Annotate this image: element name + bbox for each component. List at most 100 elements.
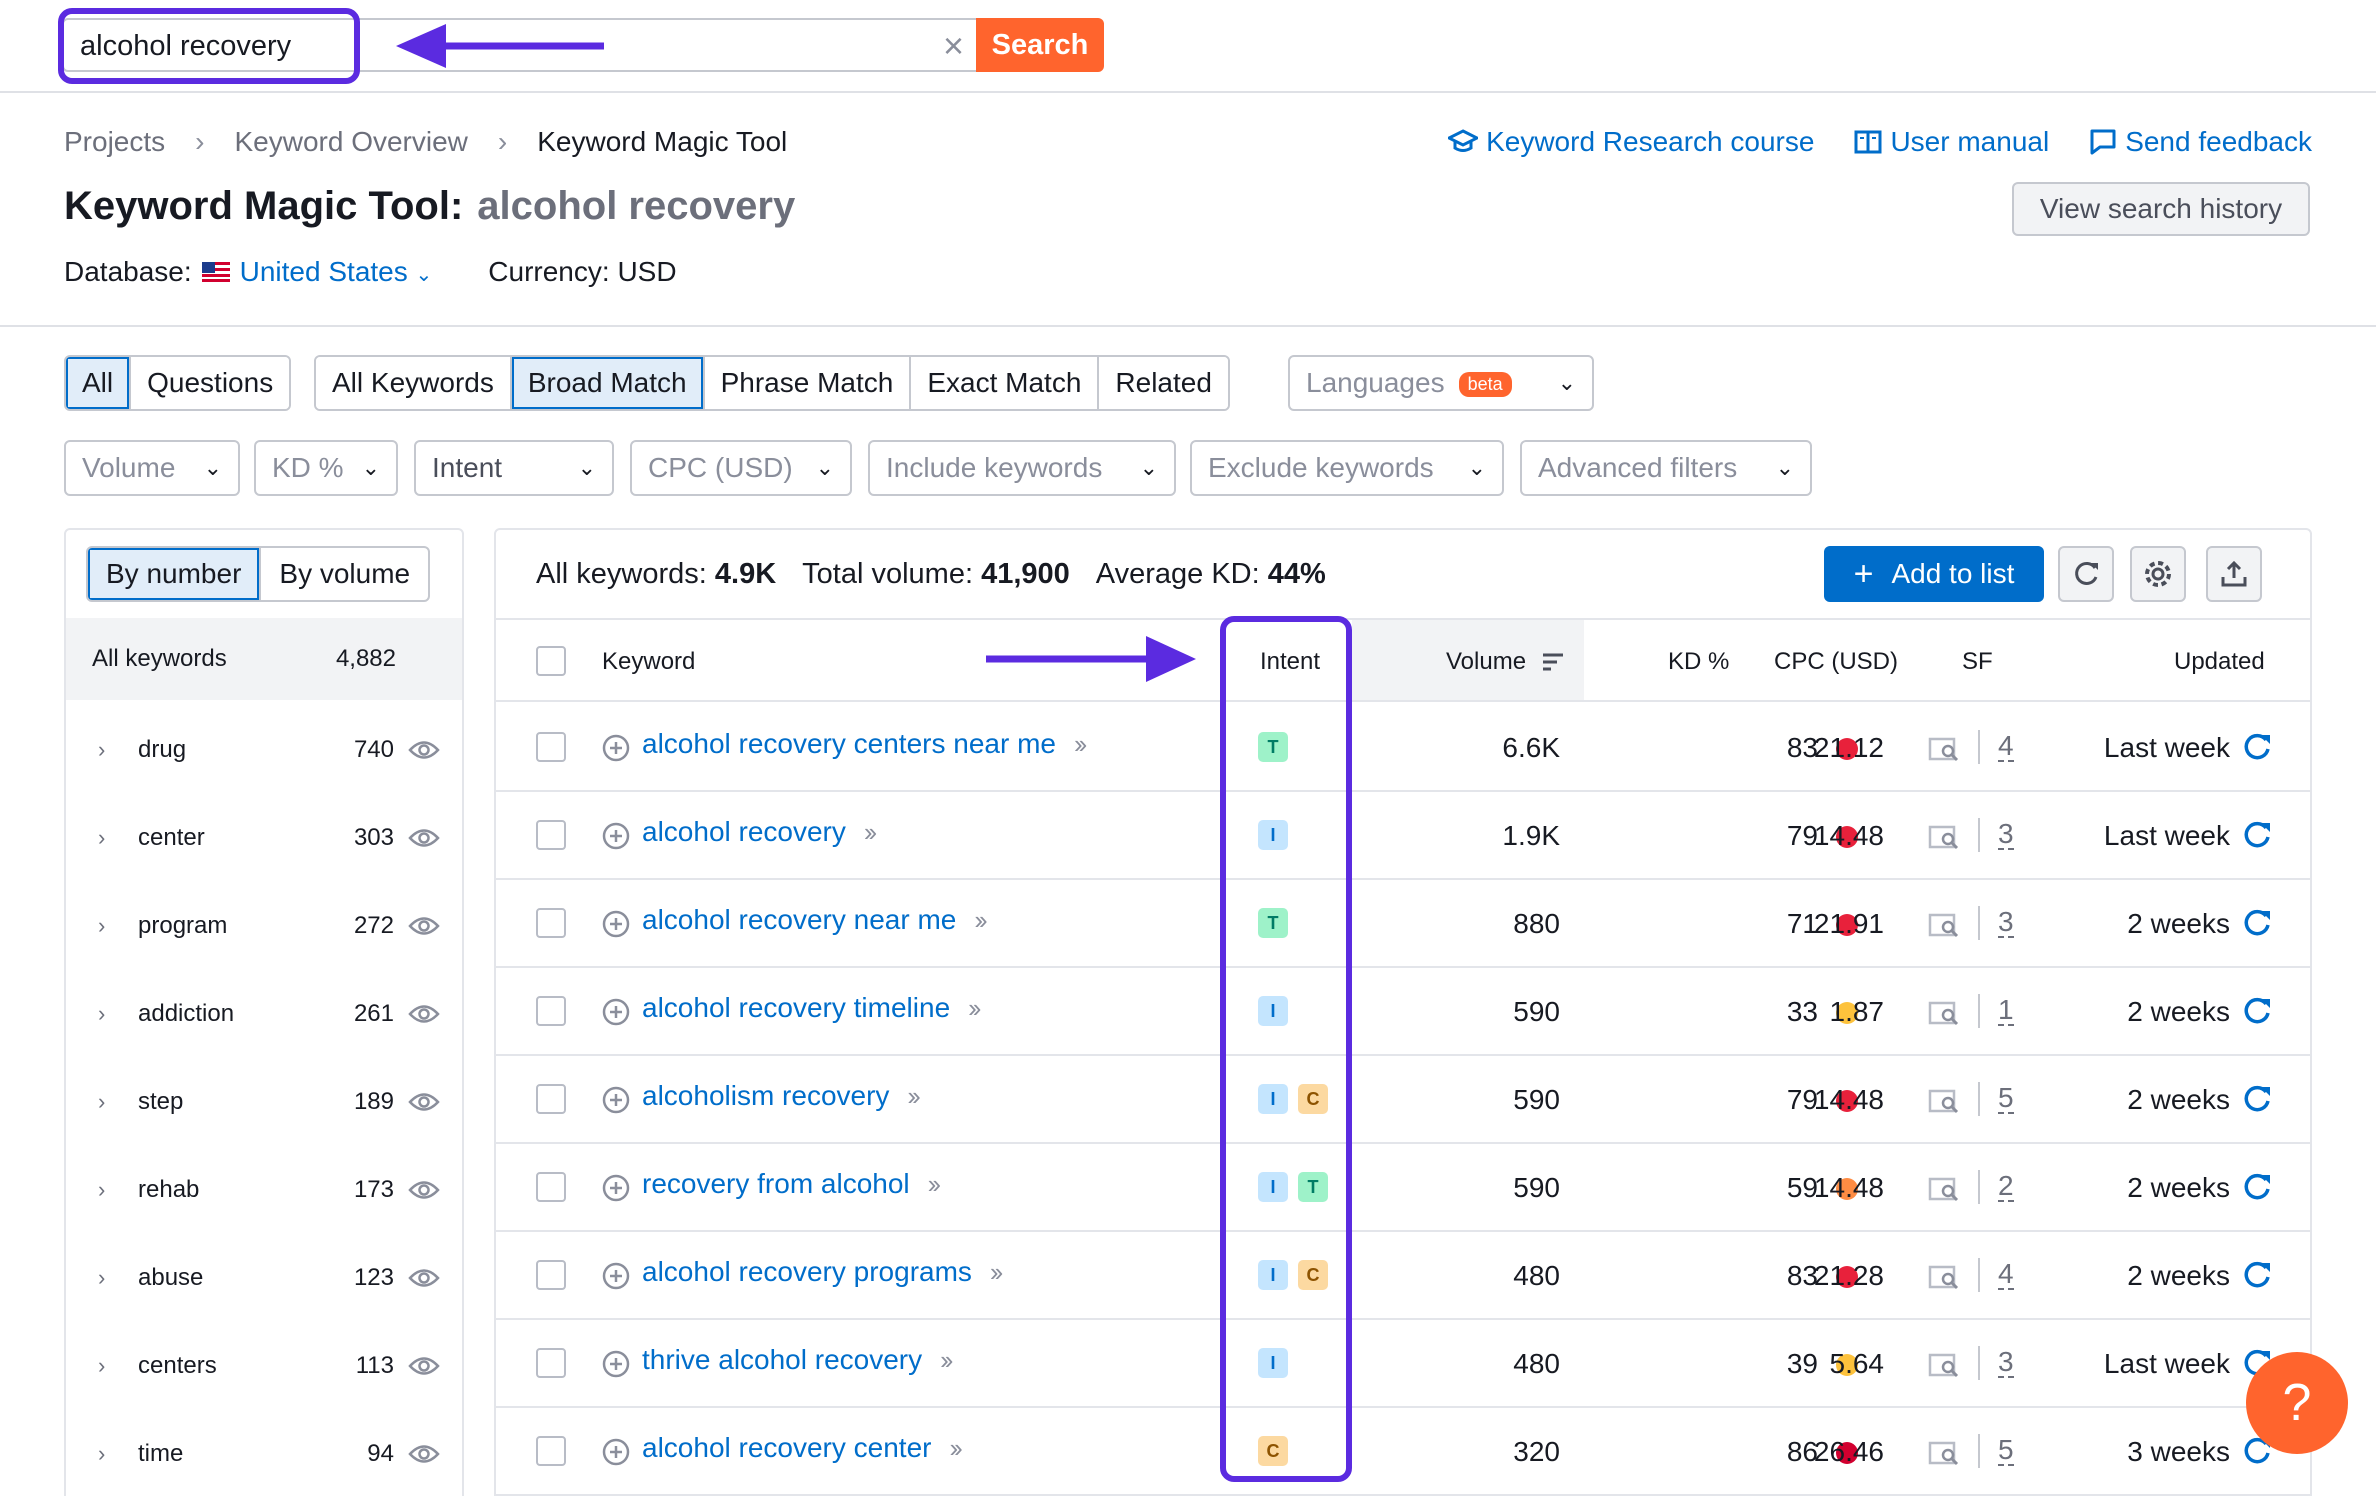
export-button[interactable]	[2206, 546, 2262, 602]
row-checkbox[interactable]	[536, 1436, 566, 1466]
serp-preview-icon[interactable]	[1928, 1264, 1960, 1290]
eye-icon[interactable]	[408, 739, 440, 761]
view-search-history-button[interactable]: View search history	[2012, 182, 2310, 236]
serp-preview-icon[interactable]	[1928, 1088, 1960, 1114]
refresh-button[interactable]	[2058, 546, 2114, 602]
double-chevron-right-icon[interactable]: ››	[1074, 729, 1087, 759]
double-chevron-right-icon[interactable]: ››	[974, 905, 987, 935]
tab-related[interactable]: Related	[1099, 357, 1228, 409]
user-manual-link[interactable]: User manual	[1854, 126, 2049, 158]
select-all-checkbox[interactable]	[536, 646, 566, 676]
chevron-right-icon[interactable]: ›	[98, 1177, 126, 1203]
include-keywords-filter[interactable]: Include keywords ⌄	[868, 440, 1176, 496]
double-chevron-right-icon[interactable]: ››	[990, 1257, 1003, 1287]
double-chevron-right-icon[interactable]: ››	[940, 1345, 953, 1375]
advanced-filters[interactable]: Advanced filters ⌄	[1520, 440, 1812, 496]
refresh-icon[interactable]	[2242, 820, 2272, 850]
sf-count[interactable]: 5	[1998, 1436, 2014, 1466]
row-checkbox[interactable]	[536, 1260, 566, 1290]
serp-preview-icon[interactable]	[1928, 1440, 1960, 1466]
keyword-group-item[interactable]: › rehab 173	[66, 1146, 462, 1234]
double-chevron-right-icon[interactable]: ››	[949, 1433, 962, 1463]
add-circle-icon[interactable]	[602, 1086, 630, 1114]
keyword-link[interactable]: alcohol recovery near me ››	[642, 904, 988, 936]
sf-count[interactable]: 4	[1998, 1260, 2014, 1290]
all-keywords-group[interactable]: All keywords 4,882	[66, 618, 462, 700]
column-sf[interactable]: SF	[1962, 648, 1993, 676]
row-checkbox[interactable]	[536, 820, 566, 850]
column-kd[interactable]: KD %	[1668, 648, 1729, 676]
sf-count[interactable]: 5	[1998, 1084, 2014, 1114]
eye-icon[interactable]	[408, 1355, 440, 1377]
keyword-link[interactable]: alcohol recovery centers near me ››	[642, 728, 1087, 760]
keyword-group-item[interactable]: › program 272	[66, 882, 462, 970]
keyword-link[interactable]: recovery from alcohol ››	[642, 1168, 941, 1200]
exclude-keywords-filter[interactable]: Exclude keywords ⌄	[1190, 440, 1504, 496]
tab-exact-match[interactable]: Exact Match	[911, 357, 1100, 409]
serp-preview-icon[interactable]	[1928, 736, 1960, 762]
keyword-group-item[interactable]: › time 94	[66, 1410, 462, 1496]
chevron-right-icon[interactable]: ›	[98, 1265, 126, 1291]
settings-button[interactable]	[2130, 546, 2186, 602]
intent-filter[interactable]: Intent ⌄	[414, 440, 614, 496]
chevron-right-icon[interactable]: ›	[98, 1089, 126, 1115]
row-checkbox[interactable]	[536, 1172, 566, 1202]
keyword-group-item[interactable]: › drug 740	[66, 706, 462, 794]
volume-filter[interactable]: Volume ⌄	[64, 440, 240, 496]
eye-icon[interactable]	[408, 827, 440, 849]
serp-preview-icon[interactable]	[1928, 1352, 1960, 1378]
add-to-list-button[interactable]: + Add to list	[1824, 546, 2044, 602]
keyword-link[interactable]: alcohol recovery ››	[642, 816, 877, 848]
eye-icon[interactable]	[408, 1179, 440, 1201]
by-volume-button[interactable]: By volume	[261, 548, 428, 600]
eye-icon[interactable]	[408, 1443, 440, 1465]
cpc-filter[interactable]: CPC (USD) ⌄	[630, 440, 852, 496]
help-button[interactable]: ?	[2246, 1352, 2348, 1454]
keyword-group-item[interactable]: › centers 113	[66, 1322, 462, 1410]
sf-count[interactable]: 3	[1998, 820, 2014, 850]
sf-count[interactable]: 1	[1998, 996, 2014, 1026]
tab-all[interactable]: All	[66, 357, 132, 409]
add-circle-icon[interactable]	[602, 1438, 630, 1466]
add-circle-icon[interactable]	[602, 1350, 630, 1378]
keyword-link[interactable]: alcoholism recovery ››	[642, 1080, 921, 1112]
serp-preview-icon[interactable]	[1928, 1000, 1960, 1026]
keyword-research-course-link[interactable]: Keyword Research course	[1448, 126, 1814, 158]
sf-count[interactable]: 2	[1998, 1172, 2014, 1202]
chevron-right-icon[interactable]: ›	[98, 913, 126, 939]
tab-phrase-match[interactable]: Phrase Match	[704, 357, 912, 409]
tab-questions[interactable]: Questions	[131, 357, 290, 409]
double-chevron-right-icon[interactable]: ››	[968, 993, 981, 1023]
add-circle-icon[interactable]	[602, 910, 630, 938]
refresh-icon[interactable]	[2242, 1084, 2272, 1114]
chevron-right-icon[interactable]: ›	[98, 825, 126, 851]
breadcrumb-projects[interactable]: Projects	[64, 126, 165, 158]
sf-count[interactable]: 4	[1998, 732, 2014, 762]
eye-icon[interactable]	[408, 1267, 440, 1289]
double-chevron-right-icon[interactable]: ››	[864, 817, 877, 847]
column-keyword[interactable]: Keyword	[602, 648, 695, 676]
clear-icon[interactable]: ×	[943, 26, 964, 66]
chevron-right-icon[interactable]: ›	[98, 1001, 126, 1027]
eye-icon[interactable]	[408, 1091, 440, 1113]
serp-preview-icon[interactable]	[1928, 1176, 1960, 1202]
refresh-icon[interactable]	[2242, 732, 2272, 762]
sf-count[interactable]: 3	[1998, 908, 2014, 938]
double-chevron-right-icon[interactable]: ››	[907, 1081, 920, 1111]
sf-count[interactable]: 3	[1998, 1348, 2014, 1378]
serp-preview-icon[interactable]	[1928, 912, 1960, 938]
row-checkbox[interactable]	[536, 996, 566, 1026]
chevron-right-icon[interactable]: ›	[98, 1353, 126, 1379]
chevron-right-icon[interactable]: ›	[98, 737, 126, 763]
languages-dropdown[interactable]: Languages beta ⌄	[1288, 355, 1594, 411]
tab-broad-match[interactable]: Broad Match	[511, 357, 705, 409]
column-updated[interactable]: Updated	[2174, 648, 2265, 676]
search-button[interactable]: Search	[976, 18, 1104, 72]
keyword-link[interactable]: alcohol recovery timeline ››	[642, 992, 982, 1024]
send-feedback-link[interactable]: Send feedback	[2089, 126, 2312, 158]
row-checkbox[interactable]	[536, 1348, 566, 1378]
keyword-link[interactable]: thrive alcohol recovery ››	[642, 1344, 954, 1376]
refresh-icon[interactable]	[2242, 908, 2272, 938]
eye-icon[interactable]	[408, 1003, 440, 1025]
tab-all-keywords[interactable]: All Keywords	[316, 357, 512, 409]
